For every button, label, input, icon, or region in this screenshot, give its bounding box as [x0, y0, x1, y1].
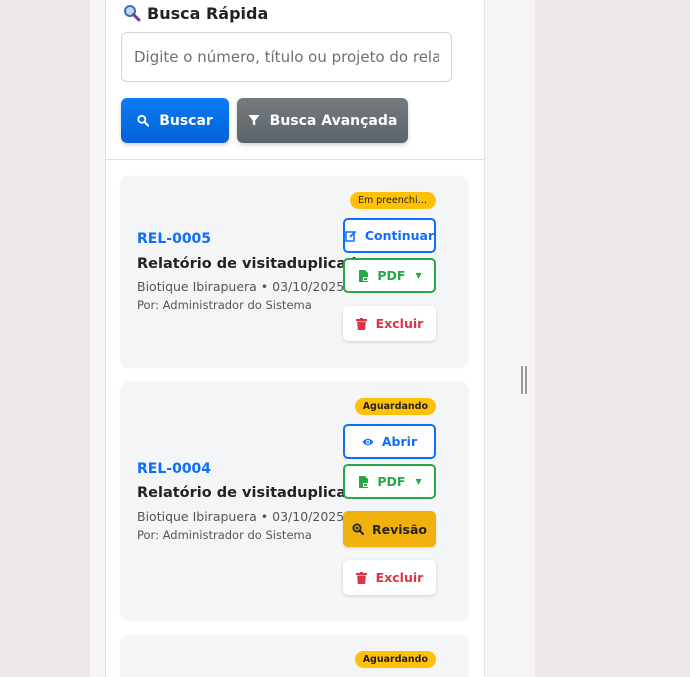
panel-gutter [90, 0, 106, 677]
advanced-search-button[interactable]: Busca Avançada [237, 98, 408, 143]
chevron-down-icon: ▼ [415, 477, 422, 486]
trash-icon [356, 571, 368, 584]
report-author: Por: Administrador do Sistema [137, 528, 312, 542]
pdf-button-label: PDF [377, 268, 406, 283]
review-button-label: Revisão [372, 521, 427, 537]
report-id-link[interactable]: REL-0004 [137, 461, 211, 477]
status-badge: Aguardando [354, 398, 436, 415]
delete-button-label: Excluir [375, 570, 424, 585]
magnifier-icon [123, 4, 141, 22]
pdf-dropdown-button[interactable]: PDF ▼ [343, 258, 436, 293]
page-background-right [535, 0, 690, 677]
report-card: Aguardando [121, 635, 468, 677]
status-badge: Em preenchimento [350, 192, 436, 209]
search-input[interactable] [121, 32, 452, 82]
report-card: Aguardando REL-0004 Relatório de visitad… [121, 382, 468, 619]
trash-icon [356, 317, 368, 330]
search-button-label: Buscar [159, 112, 213, 129]
delete-button-label: Excluir [375, 316, 424, 331]
file-pdf-icon [357, 269, 369, 282]
edit-icon [345, 230, 357, 242]
report-title: Relatório de visitaduplicado [137, 256, 367, 272]
quick-search-title: Busca Rápida [123, 3, 268, 23]
pdf-dropdown-button[interactable]: PDF ▼ [343, 464, 436, 499]
panel-gutter-right [485, 0, 535, 677]
continue-button[interactable]: Continuar [343, 218, 436, 253]
resize-handle[interactable] [521, 366, 527, 394]
search-icon [137, 114, 150, 127]
quick-search-title-text: Busca Rápida [147, 3, 269, 23]
search-button[interactable]: Buscar [121, 98, 229, 143]
review-button[interactable]: Revisão [343, 511, 436, 547]
chevron-down-icon: ▼ [415, 271, 422, 280]
report-client-date: Biotique Ibirapuera • 03/10/2025 [137, 279, 345, 294]
divider [105, 159, 485, 160]
open-button[interactable]: Abrir [343, 424, 436, 459]
status-badge: Aguardando [354, 651, 436, 668]
delete-button[interactable]: Excluir [343, 306, 436, 341]
continue-button-label: Continuar [364, 228, 435, 243]
report-client-date: Biotique Ibirapuera • 03/10/2025 [137, 509, 345, 524]
page-background-left [0, 0, 90, 677]
filter-icon [248, 114, 260, 127]
delete-button[interactable]: Excluir [343, 560, 436, 595]
search-plus-icon [352, 523, 364, 535]
eye-icon [362, 436, 374, 448]
open-button-label: Abrir [381, 434, 418, 449]
report-id-link[interactable]: REL-0005 [137, 231, 211, 247]
file-pdf-icon [357, 475, 369, 488]
report-title: Relatório de visitaduplicado [137, 485, 367, 501]
pdf-button-label: PDF [377, 474, 406, 489]
advanced-search-button-label: Busca Avançada [269, 112, 398, 129]
report-author: Por: Administrador do Sistema [137, 298, 312, 312]
report-card: Em preenchimento REL-0005 Relatório de v… [121, 176, 468, 366]
